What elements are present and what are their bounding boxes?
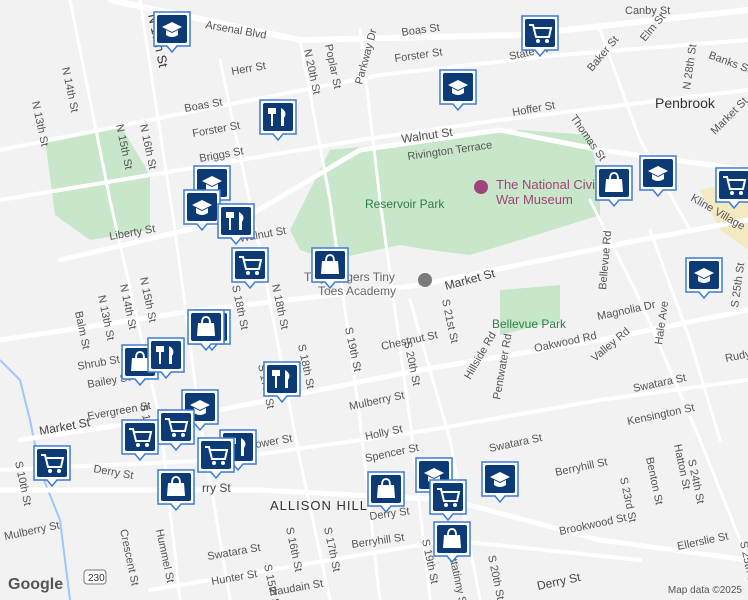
map-marker-school[interactable] <box>439 69 477 112</box>
map-marker-shopping-bag[interactable] <box>367 471 405 514</box>
map-marker-restaurant[interactable] <box>147 337 185 380</box>
street-label: Brookwood St <box>558 512 627 538</box>
map-marker-restaurant[interactable] <box>259 99 297 142</box>
map-marker-school[interactable] <box>481 461 519 504</box>
route-shield-230: 230 <box>83 569 107 585</box>
street-label: Crescent St <box>117 528 141 587</box>
street-label: Mulberry St <box>3 520 61 543</box>
park-label-bellevue: Bellevue Park <box>492 317 567 331</box>
street-label: Banks St <box>707 50 748 76</box>
street-label: Boas St <box>183 96 223 115</box>
area-label-allison-hill: ALLISON HILL <box>270 498 368 513</box>
street-label: Market St <box>443 266 497 293</box>
street-label: S 25th St <box>737 540 748 587</box>
street-label: Bellevue Rd <box>597 230 614 290</box>
map-attribution: Map data ©2025 <box>667 585 742 596</box>
street-label: Herr St <box>230 60 266 78</box>
map-marker-restaurant[interactable] <box>217 203 255 246</box>
map-marker-school[interactable] <box>183 189 221 232</box>
street-label: Spencer St <box>364 442 420 465</box>
street-label: N 13th St <box>95 294 116 341</box>
street-label: S 20th St <box>485 554 506 600</box>
map-marker-shopping-bag[interactable] <box>595 165 633 208</box>
street-label: N 15th St <box>137 276 158 323</box>
street-label: Holly St <box>364 423 404 443</box>
street-label: N 14th St <box>59 66 80 113</box>
svg-text:230: 230 <box>88 573 105 584</box>
street-label: Forster St <box>191 120 241 140</box>
street-label: N 13th St <box>29 100 50 147</box>
map-marker-grocery-cart[interactable] <box>121 419 159 462</box>
street-label: S 19th St <box>342 326 363 373</box>
street-labels: Arsenal Blvd Canby St Boas St Forster St… <box>3 5 748 600</box>
museum-label-line2: War Museum <box>496 192 573 207</box>
street-label: Valley Rd <box>589 325 632 364</box>
map-marker-grocery-cart[interactable] <box>429 479 467 522</box>
map-marker-grocery-cart[interactable] <box>521 15 559 58</box>
street-label: Shrub St <box>76 354 120 373</box>
street-label: Poplar St <box>322 43 343 90</box>
street-label: Swatara St <box>488 432 543 455</box>
map-marker-restaurant[interactable] <box>263 361 301 404</box>
street-label: Benton St <box>643 456 665 506</box>
street-label: Arsenal Blvd <box>204 19 267 42</box>
map-marker-school[interactable] <box>639 155 677 198</box>
map-marker-grocery-cart[interactable] <box>197 437 235 480</box>
street-label: Ellerslie St <box>676 530 729 553</box>
area-label-penbrook: Penbrook <box>655 95 716 111</box>
map-marker-grocery-cart[interactable] <box>231 247 269 290</box>
map-marker-school[interactable] <box>153 11 191 54</box>
street-label: S 21st St <box>439 298 460 344</box>
street-label: Swatara St <box>206 542 261 563</box>
street-label: S 25th St <box>729 262 747 308</box>
street-label: Derry St <box>536 570 583 593</box>
map-marker-grocery-cart[interactable] <box>157 409 195 452</box>
street-label: ower St <box>254 433 293 451</box>
street-label: Forster St <box>394 46 443 65</box>
academy-icon <box>418 273 432 287</box>
street-label: Oakwood Rd <box>533 330 598 355</box>
street-label: Berryhill St <box>554 456 609 479</box>
google-logo: Google <box>8 576 64 593</box>
map-marker-shopping-bag[interactable] <box>157 469 195 512</box>
map-canvas[interactable]: Penbrook ALLISON HILL Reservoir Park Bel… <box>0 0 748 600</box>
street-label: rry St <box>202 481 231 495</box>
street-label: S 17th St <box>321 526 342 573</box>
park-label-reservoir: Reservoir Park <box>365 197 445 211</box>
street-label: N 28th St <box>681 43 699 90</box>
map-marker-shopping-bag[interactable] <box>311 247 349 290</box>
map-marker-grocery-cart[interactable] <box>715 167 748 210</box>
street-label: Rudy Rd <box>724 344 748 365</box>
map-marker-shopping-bag[interactable] <box>433 521 471 564</box>
street-label: Hunter St <box>210 568 258 588</box>
street-label: Kensington St <box>626 402 695 428</box>
museum-label-line1: The National Civil <box>496 177 598 192</box>
map-marker-grocery-cart[interactable] <box>33 445 71 488</box>
map-marker-shopping-bag[interactable] <box>187 309 225 352</box>
museum-icon <box>474 180 488 194</box>
map-marker-school[interactable] <box>685 257 723 300</box>
